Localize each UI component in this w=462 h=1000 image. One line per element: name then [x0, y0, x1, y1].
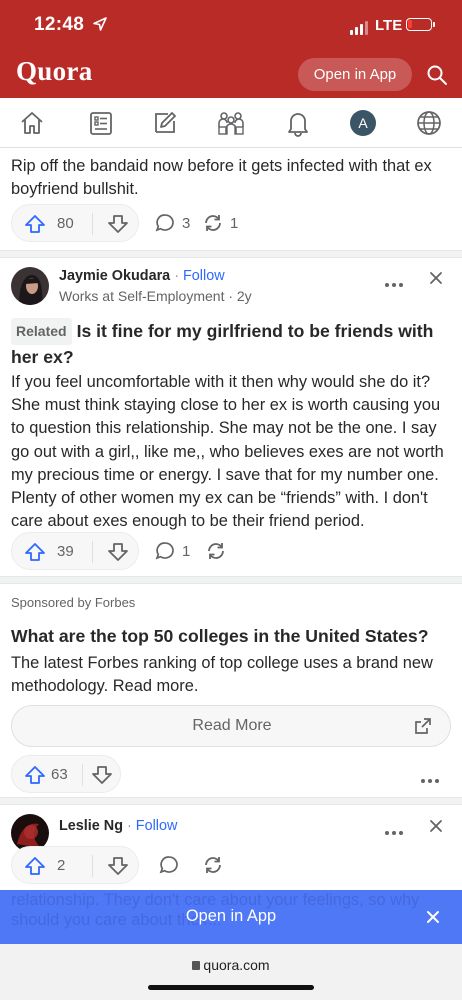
downvote-icon[interactable]	[107, 541, 129, 563]
author-line: Leslie Ng · Follow	[59, 818, 178, 834]
more-options-icon[interactable]	[385, 822, 409, 835]
vote-pill: 63	[11, 755, 121, 793]
url-display[interactable]: quora.com	[0, 957, 462, 973]
nav-bar: A	[0, 98, 462, 148]
nav-answer[interactable]	[150, 108, 180, 138]
follow-button[interactable]: Follow	[136, 818, 178, 834]
comments-button[interactable]: 1	[154, 540, 190, 562]
author-line: Jaymie Okudara · Follow	[59, 268, 225, 284]
vote-divider	[82, 764, 83, 786]
ad-text[interactable]: The latest Forbes ranking of top college…	[11, 652, 451, 698]
comments-button[interactable]	[158, 854, 180, 876]
network-label: LTE	[375, 17, 403, 34]
open-in-app-banner[interactable]: relationship. They don't care about your…	[0, 890, 462, 944]
more-options-icon[interactable]	[385, 274, 409, 287]
quora-logo[interactable]: Quora	[16, 56, 93, 87]
downvote-icon[interactable]	[107, 855, 129, 877]
author-credential: Works at Self-Employment · 2y	[59, 288, 252, 304]
banner-title[interactable]: Open in App	[0, 907, 462, 926]
related-badge: Related	[11, 318, 72, 345]
vote-pill: 80	[11, 204, 139, 242]
avatar[interactable]	[11, 267, 49, 305]
comment-count: 3	[182, 214, 191, 232]
nav-following[interactable]	[86, 108, 116, 138]
list-icon	[90, 112, 112, 135]
location-arrow-icon	[93, 17, 107, 31]
share-button[interactable]	[202, 854, 224, 876]
url-text: quora.com	[203, 957, 270, 973]
feed-divider	[0, 576, 462, 584]
upvote-icon[interactable]	[24, 541, 46, 563]
reshare-icon	[208, 543, 224, 559]
status-bar: 12:48 LTE	[0, 0, 462, 50]
nav-home[interactable]	[17, 108, 47, 138]
lock-icon	[192, 961, 201, 970]
comments-button[interactable]: 3	[154, 212, 190, 234]
feed-divider	[0, 250, 462, 258]
question-title[interactable]: Related Is it fine for my girlfriend to b…	[11, 318, 451, 369]
share-button[interactable]	[205, 540, 227, 562]
downvote-icon[interactable]	[107, 213, 129, 235]
answer-body[interactable]: If you feel uncomfortable with it then w…	[11, 371, 451, 533]
vote-divider	[92, 541, 93, 563]
follow-button[interactable]: Follow	[183, 268, 225, 284]
answer-actions: 80 3 1	[11, 204, 271, 242]
close-icon[interactable]	[426, 910, 440, 924]
external-link-icon	[415, 718, 431, 734]
sponsored-label: Sponsored by Forbes	[11, 595, 136, 610]
nav-profile[interactable]: A	[348, 108, 378, 138]
question-text: Is it fine for my girlfriend to be frien…	[11, 321, 434, 367]
reshare-icon	[205, 857, 221, 873]
signal-icon	[350, 17, 370, 35]
reshare-icon	[205, 215, 221, 231]
open-in-app-button[interactable]: Open in App	[298, 58, 412, 91]
upvote-icon[interactable]	[24, 213, 46, 235]
upvote-icon[interactable]	[24, 855, 46, 877]
people-icon	[218, 112, 244, 135]
upvote-icon[interactable]	[24, 764, 46, 786]
answer-actions: 39 1	[11, 532, 251, 570]
downvote-icon[interactable]	[91, 764, 113, 786]
browser-url-bar[interactable]: quora.com	[0, 944, 462, 1000]
ad-title[interactable]: What are the top 50 colleges in the Unit…	[11, 624, 451, 648]
status-time: 12:48	[34, 14, 85, 35]
nav-language[interactable]	[414, 108, 444, 138]
app-header: 12:48 LTE Quora Open in App	[0, 0, 462, 98]
comment-icon	[159, 856, 178, 874]
upvote-count: 2	[57, 857, 66, 874]
close-icon[interactable]	[428, 270, 444, 286]
nav-spaces[interactable]	[216, 108, 246, 138]
upvote-count: 39	[57, 543, 74, 560]
edit-icon	[155, 112, 176, 133]
vote-divider	[92, 855, 93, 877]
feed-divider	[0, 797, 462, 805]
read-more-label: Read More	[192, 717, 272, 734]
author-name[interactable]: Leslie Ng	[59, 818, 123, 834]
upvote-count: 80	[57, 215, 74, 232]
answer-actions: 2	[11, 846, 251, 884]
read-more-button[interactable]: Read More	[11, 705, 451, 747]
vote-pill: 2	[11, 846, 139, 884]
comment-icon	[155, 542, 174, 560]
globe-icon	[417, 111, 441, 135]
battery-icon	[406, 18, 435, 31]
bell-icon	[288, 113, 308, 137]
answer-text: Rip off the bandaid now before it gets i…	[11, 157, 432, 199]
ad-actions: 63	[11, 755, 451, 793]
nav-notifications[interactable]	[283, 108, 313, 138]
comment-count: 1	[182, 542, 191, 560]
comment-icon	[155, 214, 174, 232]
search-icon[interactable]	[426, 64, 448, 86]
home-indicator[interactable]	[148, 985, 314, 990]
author-name[interactable]: Jaymie Okudara	[59, 268, 170, 284]
home-icon	[21, 112, 43, 134]
more-options-icon[interactable]	[421, 770, 445, 783]
share-button[interactable]: 1	[202, 212, 238, 234]
share-count: 1	[230, 214, 239, 232]
vote-divider	[92, 213, 93, 235]
upvote-count: 63	[51, 766, 68, 783]
vote-pill: 39	[11, 532, 139, 570]
profile-avatar: A	[350, 110, 376, 136]
close-icon[interactable]	[428, 818, 444, 834]
